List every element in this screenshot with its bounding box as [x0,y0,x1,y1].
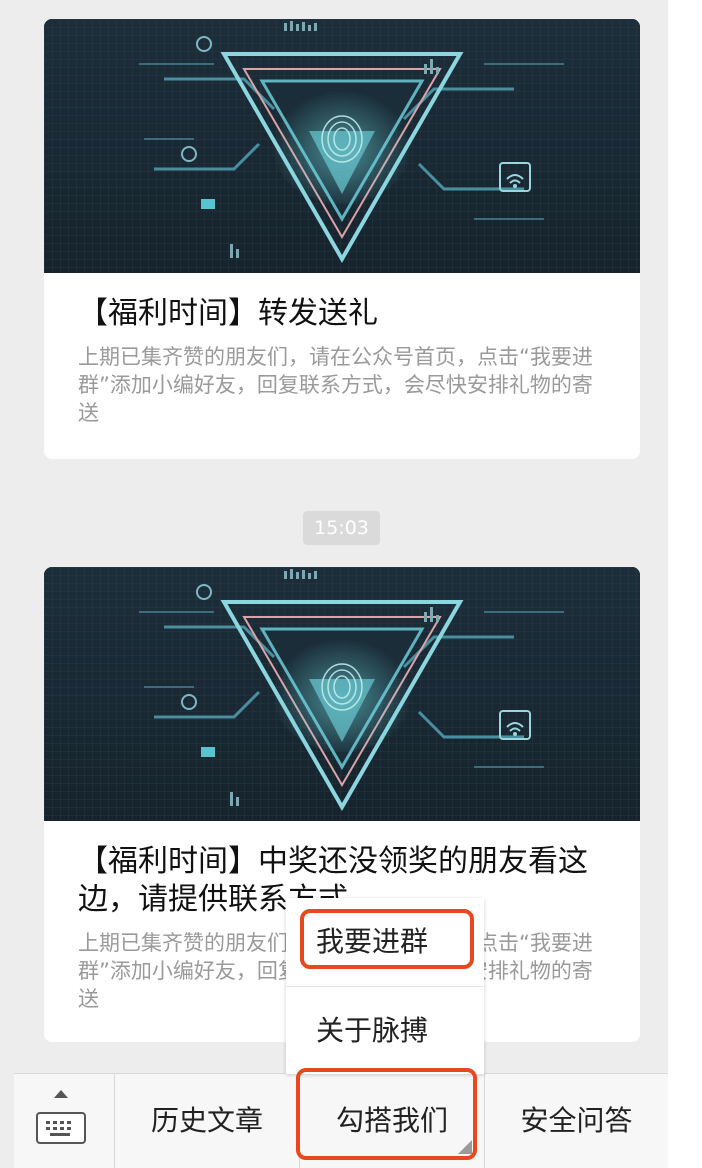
highlight-box [300,909,474,969]
submenu-label: 关于脉搏 [316,1014,429,1047]
article-cover-image [44,567,640,821]
menu-label: 历史文章 [150,1104,263,1137]
fingerprint-shield-illustration [44,567,640,821]
chevron-up-icon [54,1090,68,1098]
article-description: 上期已集齐赞的朋友们，请在公众号首页，点击“我要进群”添加小编好友，回复联系方式… [78,345,593,425]
keyboard-toggle-button[interactable] [14,1074,114,1168]
article-cover-image [44,19,640,273]
menu-security-qa[interactable]: 安全问答 [484,1074,668,1168]
article-title[interactable]: 【福利时间】转发送礼 [78,295,606,333]
highlight-box [296,1068,477,1160]
keyboard-icon [36,1112,86,1144]
menu-label: 安全问答 [520,1104,633,1137]
article-card[interactable]: 【福利时间】转发送礼 上期已集齐赞的朋友们，请在公众号首页，点击“我要进群”添加… [44,19,640,459]
right-edge-panel [668,0,702,1168]
submenu-item-about[interactable]: 关于脉搏 [286,987,484,1075]
menu-history-articles[interactable]: 历史文章 [114,1074,299,1168]
fingerprint-shield-illustration [44,19,640,273]
message-timestamp: 15:03 [303,511,380,545]
